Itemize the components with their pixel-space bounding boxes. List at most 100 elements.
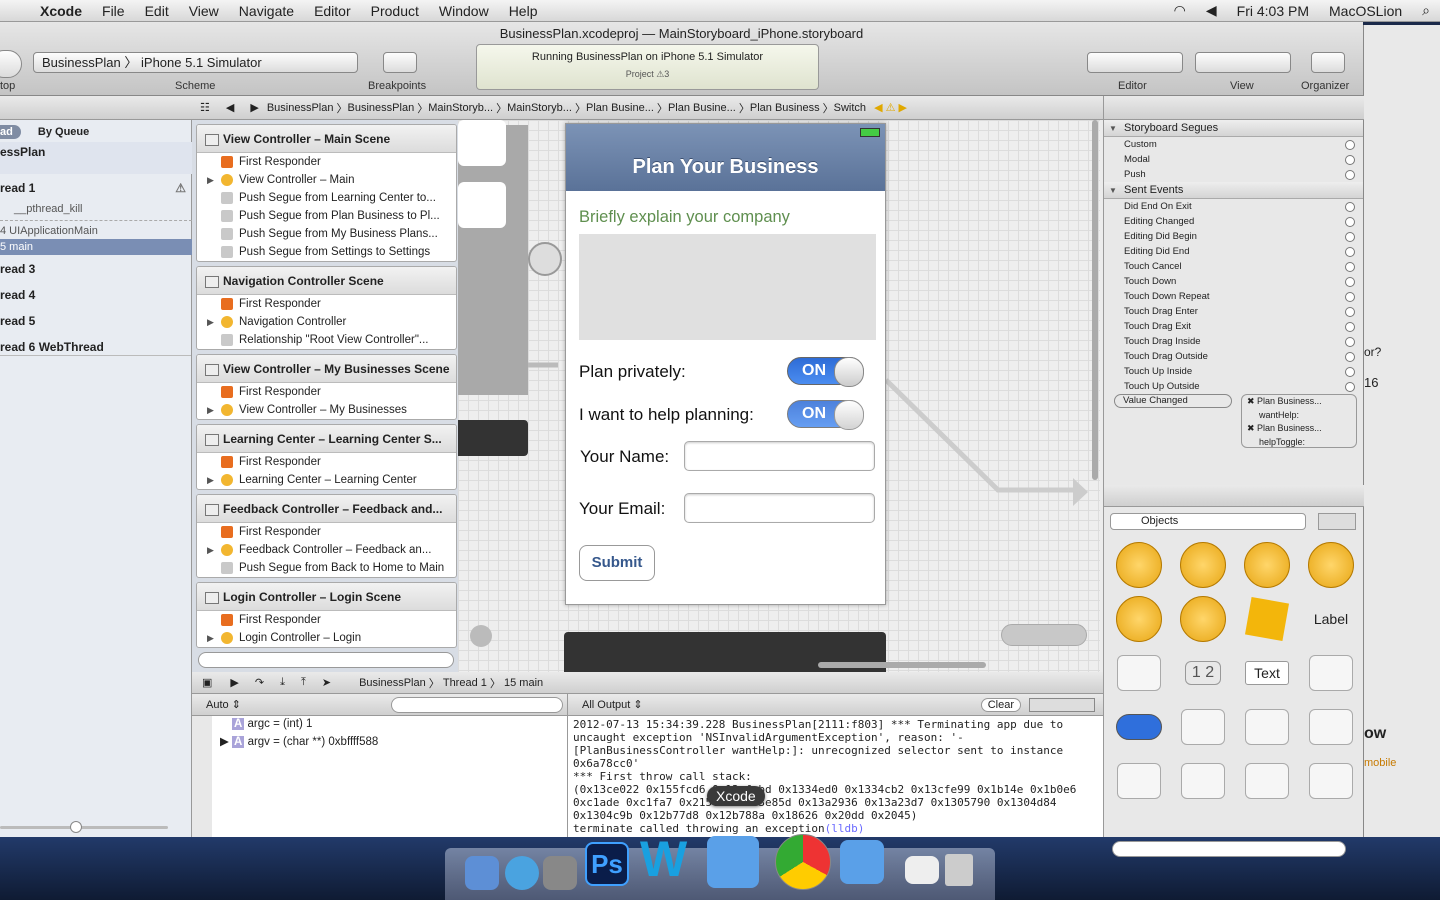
plan-privately-switch[interactable]: ON xyxy=(787,357,864,387)
jump-crumb[interactable]: Switch xyxy=(834,102,866,114)
connection-circle-icon[interactable] xyxy=(1345,155,1355,165)
outline-item[interactable]: ▶ Navigation Controller xyxy=(197,313,456,331)
connection-row[interactable]: Touch Drag Enter xyxy=(1104,304,1363,319)
console-layout-toggle[interactable] xyxy=(1029,697,1095,712)
connection-row[interactable]: Touch Drag Outside xyxy=(1104,349,1363,364)
thread-row[interactable]: read 5 xyxy=(0,311,192,331)
outline-item[interactable]: ▶ Learning Center – Learning Center xyxy=(197,471,456,489)
jump-crumb[interactable]: Plan Busine... xyxy=(586,102,654,114)
connection-row[interactable]: Touch Cancel xyxy=(1104,259,1363,274)
breakpoints-button[interactable] xyxy=(383,52,417,73)
stack-compression-slider[interactable] xyxy=(0,821,168,833)
chrome-icon[interactable] xyxy=(775,834,831,890)
connection-row[interactable]: Touch Drag Exit xyxy=(1104,319,1363,334)
outline-item[interactable]: First Responder xyxy=(197,153,456,171)
zoom-controls[interactable] xyxy=(1001,624,1087,646)
variables-search-field[interactable] xyxy=(390,696,563,713)
help-planning-switch[interactable]: ON xyxy=(787,400,864,430)
view-controller-icon[interactable] xyxy=(1110,540,1168,590)
disclosure-triangle[interactable]: ▶ xyxy=(207,471,214,489)
table-view-icon[interactable] xyxy=(1174,756,1232,806)
debug-crumb[interactable]: BusinessPlan xyxy=(359,677,426,689)
menu-editor[interactable]: Editor xyxy=(314,3,351,19)
tab-bar-controller-icon[interactable] xyxy=(1302,540,1360,590)
connection-row[interactable]: Touch Up Inside xyxy=(1104,364,1363,379)
scene-header[interactable]: Learning Center – Learning Center S... xyxy=(197,425,456,453)
connection-row[interactable]: Custom xyxy=(1104,137,1363,152)
connection-row[interactable]: Modal xyxy=(1104,152,1363,167)
menu-product[interactable]: Product xyxy=(371,3,419,19)
outline-item[interactable]: Push Segue from Plan Business to Pl... xyxy=(197,207,456,225)
connection-circle-icon[interactable] xyxy=(1345,217,1355,227)
label-item[interactable]: Label xyxy=(1302,594,1360,644)
connection-row[interactable]: Touch Down Repeat xyxy=(1104,289,1363,304)
table-view-controller-icon[interactable] xyxy=(1174,540,1232,590)
canvas-vertical-scrollbar[interactable] xyxy=(1092,120,1098,480)
thread-row[interactable]: read 3 xyxy=(0,259,192,279)
jump-crumb[interactable]: MainStoryb... xyxy=(428,102,493,114)
connection-row[interactable]: Editing Did End xyxy=(1104,244,1363,259)
jump-crumb[interactable]: Plan Busine... xyxy=(668,102,736,114)
jump-crumb[interactable]: MainStoryb... xyxy=(507,102,572,114)
outline-item[interactable]: Push Segue from Settings to Settings xyxy=(197,243,456,261)
ios-simulator-icon[interactable] xyxy=(840,840,884,884)
menu-app[interactable]: Xcode xyxy=(40,3,82,19)
frame-row[interactable]: 4 UIApplicationMain xyxy=(0,220,192,240)
outline-item[interactable]: Push Segue from Back to Home to Main xyxy=(197,559,456,577)
jump-crumb[interactable]: BusinessPlan xyxy=(348,102,415,114)
thread-view-toggle[interactable]: ad By Queue xyxy=(0,121,192,143)
menu-file[interactable]: File xyxy=(102,3,125,19)
connection-row[interactable]: Touch Drag Inside xyxy=(1104,334,1363,349)
menu-edit[interactable]: Edit xyxy=(145,3,169,19)
by-thread-tab[interactable]: ad xyxy=(0,125,21,139)
value-changed-connection[interactable]: Value Changed ✖ Plan Business... wantHel… xyxy=(1104,394,1363,450)
word-icon[interactable]: W xyxy=(640,830,696,887)
disclosure-triangle[interactable]: ▶ xyxy=(207,313,214,331)
frame-row-selected[interactable]: 5 main xyxy=(0,239,192,255)
slider-knob[interactable] xyxy=(70,821,82,833)
outline-item[interactable]: ▶ Feedback Controller – Feedback an... xyxy=(197,541,456,559)
scroll-left-button[interactable] xyxy=(470,625,492,647)
sent-events-header[interactable]: Sent Events xyxy=(1104,182,1363,199)
connection-circle-icon[interactable] xyxy=(1345,262,1355,272)
safari-icon[interactable] xyxy=(505,856,539,890)
documents-stack-icon[interactable] xyxy=(905,856,939,884)
step-into-icon[interactable]: ⤓ xyxy=(280,676,285,689)
outline-item[interactable]: Push Segue from Learning Center to... xyxy=(197,189,456,207)
connection-row[interactable]: Editing Changed xyxy=(1104,214,1363,229)
submit-button[interactable]: Submit xyxy=(579,545,655,581)
continue-icon[interactable]: ▶ xyxy=(230,676,238,689)
page-control-icon[interactable] xyxy=(1302,702,1360,752)
connection-circle-icon[interactable] xyxy=(1345,170,1355,180)
connection-circle-icon[interactable] xyxy=(1345,292,1355,302)
disclosure-triangle[interactable]: ▶ xyxy=(207,401,214,419)
menu-window[interactable]: Window xyxy=(439,3,489,19)
page-view-controller-icon[interactable] xyxy=(1110,594,1168,644)
connection-circle-icon[interactable] xyxy=(1345,367,1355,377)
activity-indicator-icon[interactable] xyxy=(1174,702,1232,752)
menu-view[interactable]: View xyxy=(189,3,219,19)
volume-icon[interactable]: ◀ xyxy=(1206,2,1217,19)
progress-view-icon[interactable] xyxy=(1238,702,1296,752)
output-filter-popup[interactable]: All Output ⇕ xyxy=(582,698,643,711)
process-row[interactable]: essPlan xyxy=(0,142,192,174)
email-field[interactable] xyxy=(684,493,875,523)
connection-circle-icon[interactable] xyxy=(1345,382,1355,392)
outline-item[interactable]: First Responder xyxy=(197,453,456,471)
back-button[interactable]: ◀ xyxy=(226,101,234,114)
segmented-control-icon[interactable]: 1 2 xyxy=(1174,648,1232,698)
stepper-icon[interactable] xyxy=(1110,756,1168,806)
system-preferences-icon[interactable] xyxy=(543,856,577,890)
spotlight-icon[interactable]: ⌕ xyxy=(1422,2,1430,19)
object-cube-icon[interactable] xyxy=(1238,594,1296,644)
outline-item[interactable]: Relationship "Root View Controller"... xyxy=(197,331,456,349)
variable-row[interactable]: A argc = (int) 1 xyxy=(232,718,312,730)
editor-segmented[interactable] xyxy=(1087,52,1183,73)
navigator-tabs[interactable] xyxy=(0,96,192,120)
finder-icon[interactable] xyxy=(465,856,499,890)
connection-circle-icon[interactable] xyxy=(1345,202,1355,212)
connection-circle-icon[interactable] xyxy=(1345,140,1355,150)
connection-circle-icon[interactable] xyxy=(1345,232,1355,242)
connection-circle-icon[interactable] xyxy=(1345,352,1355,362)
location-icon[interactable]: ➤ xyxy=(322,676,331,689)
